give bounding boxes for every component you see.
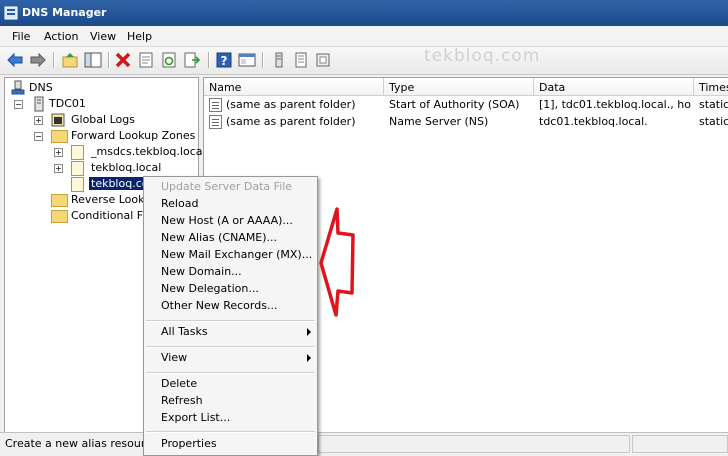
tree-label-global-logs: Global Logs — [71, 113, 135, 126]
watermark: tekbloq.com — [424, 46, 541, 66]
cell-data: [1], tdc01.tekbloq.local., ho... — [539, 98, 691, 111]
cell-name: (same as parent folder) — [226, 115, 356, 128]
menu-bar: File Action View Help — [0, 26, 728, 47]
column-label: Name — [209, 81, 242, 94]
menu-all-tasks[interactable]: All Tasks — [161, 325, 208, 341]
menu-export-list[interactable]: Export List... — [161, 411, 230, 427]
menu-other-new-records[interactable]: Other New Records... — [161, 299, 277, 315]
forward-arrow-icon[interactable] — [29, 51, 47, 69]
delete-icon[interactable] — [114, 51, 132, 69]
menu-delete[interactable]: Delete — [161, 377, 197, 393]
menu-new-delegation[interactable]: New Delegation... — [161, 282, 259, 298]
up-folder-icon[interactable] — [61, 51, 79, 69]
dns-icon — [11, 80, 25, 95]
menu-refresh[interactable]: Refresh — [161, 394, 203, 410]
menu-separator — [146, 372, 315, 374]
title-bar: DNS Manager — [0, 0, 728, 26]
show-hide-tree-icon[interactable] — [84, 51, 102, 69]
column-header-name[interactable]: Name — [204, 78, 384, 96]
help-icon[interactable]: ? — [215, 51, 233, 69]
export-list-icon[interactable] — [183, 51, 201, 69]
submenu-arrow-icon — [307, 328, 311, 336]
column-header-timestamp[interactable]: Timest — [694, 78, 728, 96]
console-icon[interactable] — [238, 51, 256, 69]
menu-help[interactable]: Help — [127, 30, 152, 43]
menu-new-alias[interactable]: New Alias (CNAME)... — [161, 231, 277, 247]
zone-icon — [71, 177, 84, 192]
menu-properties[interactable]: Properties — [161, 437, 217, 453]
status-panel — [632, 435, 728, 453]
menu-new-host[interactable]: New Host (A or AAAA)... — [161, 214, 293, 230]
zone-icon — [71, 161, 84, 176]
cell-type: Start of Authority (SOA) — [389, 98, 520, 111]
menu-new-domain[interactable]: New Domain... — [161, 265, 242, 281]
annotation-arrow-icon — [319, 207, 355, 317]
menu-update-server-data-file: Update Server Data File — [161, 180, 293, 193]
column-label: Data — [539, 81, 566, 94]
zone-icon — [71, 145, 84, 160]
zone-icon[interactable] — [314, 51, 332, 69]
collapse-icon[interactable]: − — [34, 132, 43, 141]
status-bar: Create a new alias resource — [0, 432, 728, 455]
cell-name: (same as parent folder) — [226, 98, 356, 111]
record-icon — [209, 98, 222, 112]
table-row[interactable]: (same as parent folder) Start of Authori… — [204, 96, 728, 113]
expand-icon[interactable]: + — [54, 148, 63, 157]
tree-label-forward-zones: Forward Lookup Zones — [71, 129, 196, 142]
folder-icon — [51, 210, 68, 223]
menu-reload[interactable]: Reload — [161, 197, 198, 213]
expand-icon[interactable]: + — [54, 164, 63, 173]
record-icon — [209, 115, 222, 129]
dns-manager-icon — [4, 6, 18, 20]
table-row[interactable]: (same as parent folder) Name Server (NS)… — [204, 113, 728, 130]
expand-icon[interactable]: + — [34, 116, 43, 125]
cell-type: Name Server (NS) — [389, 115, 489, 128]
logs-icon — [51, 113, 65, 127]
properties-icon[interactable] — [137, 51, 155, 69]
menu-separator — [146, 320, 315, 322]
status-text: Create a new alias resource — [5, 437, 158, 450]
cell-data: tdc01.tekbloq.local. — [539, 115, 648, 128]
cell-timestamp: static — [699, 98, 728, 111]
menu-separator — [146, 431, 315, 433]
refresh-icon[interactable] — [160, 51, 178, 69]
folder-icon — [51, 130, 68, 143]
tree-label-server: TDC01 — [49, 97, 86, 110]
toolbar: ? — [0, 47, 728, 75]
menu-action[interactable]: Action — [44, 30, 78, 43]
column-header-data[interactable]: Data — [534, 78, 694, 96]
cell-timestamp: static — [699, 115, 728, 128]
tree-label-zone: tekbloq.local — [91, 161, 162, 174]
server-icon — [34, 96, 44, 112]
menu-new-mail-exchanger[interactable]: New Mail Exchanger (MX)... — [161, 248, 312, 264]
server-icon[interactable] — [270, 51, 288, 69]
menu-file[interactable]: File — [12, 30, 30, 43]
submenu-arrow-icon — [307, 354, 311, 362]
window-title: DNS Manager — [22, 6, 107, 19]
tree-label-zone: _msdcs.tekbloq.local — [91, 145, 206, 158]
tree-label-dns: DNS — [29, 81, 53, 94]
column-label: Timest — [699, 81, 728, 94]
back-arrow-icon[interactable] — [6, 51, 24, 69]
menu-view[interactable]: View — [161, 351, 187, 367]
svg-text:?: ? — [221, 54, 228, 68]
menu-view[interactable]: View — [90, 30, 116, 43]
context-menu: Update Server Data File Reload New Host … — [143, 176, 318, 456]
collapse-icon[interactable]: − — [14, 100, 23, 109]
folder-icon — [51, 194, 68, 207]
menu-separator — [146, 346, 315, 348]
column-header-type[interactable]: Type — [384, 78, 534, 96]
records-icon[interactable] — [292, 51, 310, 69]
status-panel — [318, 435, 630, 453]
column-label: Type — [389, 81, 415, 94]
